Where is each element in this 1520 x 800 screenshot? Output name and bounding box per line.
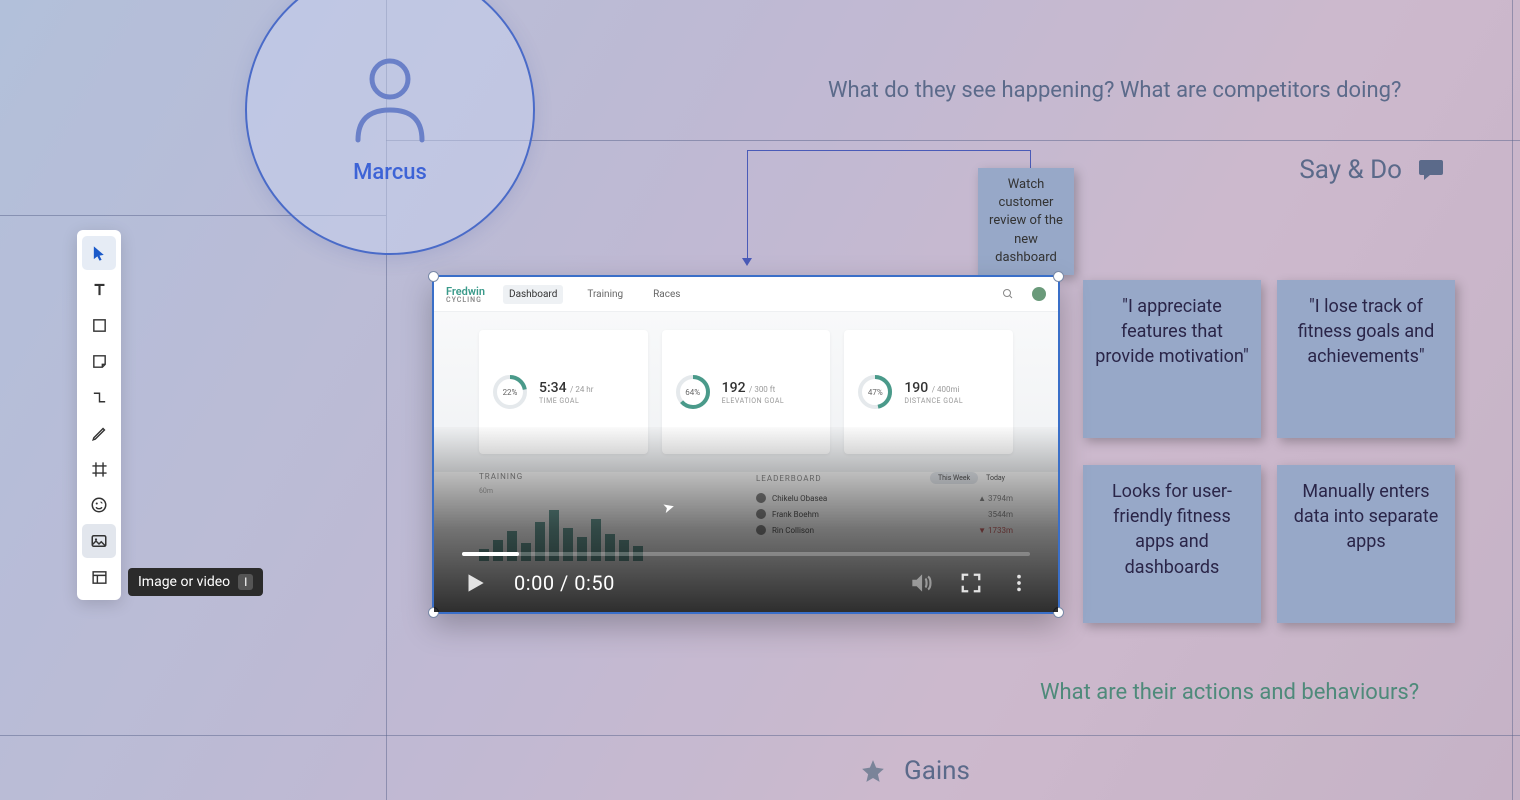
tool-pen[interactable] xyxy=(82,416,116,450)
tab-races[interactable]: Races xyxy=(647,285,686,304)
embedded-video[interactable]: Fredwin CYCLING Dashboard Training Races… xyxy=(432,275,1060,614)
card-value: 192 xyxy=(722,380,746,396)
gains-header: Gains xyxy=(860,756,970,786)
arrow-segment xyxy=(1030,150,1031,170)
speech-icon xyxy=(1417,158,1445,182)
card-unit: / 24 hr xyxy=(570,385,593,394)
card-unit: / 400mi xyxy=(932,385,960,394)
brand-bottom: CYCLING xyxy=(446,298,485,304)
say-do-header: Say & Do xyxy=(1299,155,1445,185)
sticky-behavior-2[interactable]: Manually enters data into separate apps xyxy=(1277,465,1455,623)
tool-select[interactable] xyxy=(82,236,116,270)
card-unit: / 300 ft xyxy=(749,385,775,394)
sticky-behavior-1[interactable]: Looks for user-friendly fitness apps and… xyxy=(1083,465,1261,623)
arrow-sticky-text: Watch customer review of the new dashboa… xyxy=(989,177,1063,265)
sticky-quote-2[interactable]: "I lose track of fitness goals and achie… xyxy=(1277,280,1455,438)
card-label: ELEVATION GOAL xyxy=(722,397,785,405)
dashboard-header: Fredwin CYCLING Dashboard Training Races xyxy=(434,277,1058,312)
card-value: 190 xyxy=(904,380,928,396)
arrow-head-icon xyxy=(742,258,752,266)
tooltip-label: Image or video xyxy=(138,574,230,590)
resize-handle[interactable] xyxy=(428,271,439,282)
sticky-text: "I lose track of fitness goals and achie… xyxy=(1298,296,1435,367)
fullscreen-icon[interactable] xyxy=(960,572,982,594)
ring-pct: 47% xyxy=(856,373,894,411)
tab-dashboard[interactable]: Dashboard xyxy=(503,285,563,304)
arrow-segment xyxy=(747,150,1030,151)
card-label: TIME GOAL xyxy=(539,397,593,405)
person-icon xyxy=(348,55,433,145)
volume-icon[interactable] xyxy=(908,570,934,596)
video-controls: 0:00 / 0:50 xyxy=(434,538,1058,612)
video-progress[interactable] xyxy=(462,552,1030,556)
sticky-quote-1[interactable]: "I appreciate features that provide moti… xyxy=(1083,280,1261,438)
tool-tooltip: Image or video I xyxy=(128,568,263,596)
brand-logo: Fredwin CYCLING xyxy=(446,285,485,304)
tool-emoji[interactable] xyxy=(82,488,116,522)
star-icon xyxy=(860,758,886,784)
arrow-sticky[interactable]: Watch customer review of the new dashboa… xyxy=(978,168,1074,275)
arrow-segment xyxy=(747,150,748,260)
tooltip-key: I xyxy=(238,574,253,590)
tool-table[interactable] xyxy=(82,560,116,594)
search-icon[interactable] xyxy=(1002,288,1014,300)
sticky-text: "I appreciate features that provide moti… xyxy=(1095,296,1248,367)
card-label: DISTANCE GOAL xyxy=(904,397,963,405)
tool-image-video[interactable] xyxy=(82,524,116,558)
toolbar xyxy=(77,230,121,600)
tool-text[interactable] xyxy=(82,272,116,306)
tool-frame[interactable] xyxy=(82,452,116,486)
play-icon[interactable] xyxy=(462,570,488,596)
card-value: 5:34 xyxy=(539,380,567,396)
gains-label: Gains xyxy=(904,756,970,786)
sticky-text: Looks for user-friendly fitness apps and… xyxy=(1112,481,1232,578)
ring-pct: 22% xyxy=(491,373,529,411)
tool-connector[interactable] xyxy=(82,380,116,414)
tab-training[interactable]: Training xyxy=(581,285,629,304)
tool-sticky[interactable] xyxy=(82,344,116,378)
video-time: 0:00 / 0:50 xyxy=(514,571,615,595)
see-prompt: What do they see happening? What are com… xyxy=(828,78,1401,103)
behave-prompt: What are their actions and behaviours? xyxy=(1040,680,1419,705)
tool-shape[interactable] xyxy=(82,308,116,342)
more-icon[interactable] xyxy=(1008,572,1030,594)
resize-handle[interactable] xyxy=(1053,271,1064,282)
avatar[interactable] xyxy=(1032,287,1046,301)
persona-name: Marcus xyxy=(353,160,427,185)
sticky-text: Manually enters data into separate apps xyxy=(1294,481,1439,552)
ring-pct: 64% xyxy=(674,373,712,411)
say-do-label: Say & Do xyxy=(1299,155,1402,185)
